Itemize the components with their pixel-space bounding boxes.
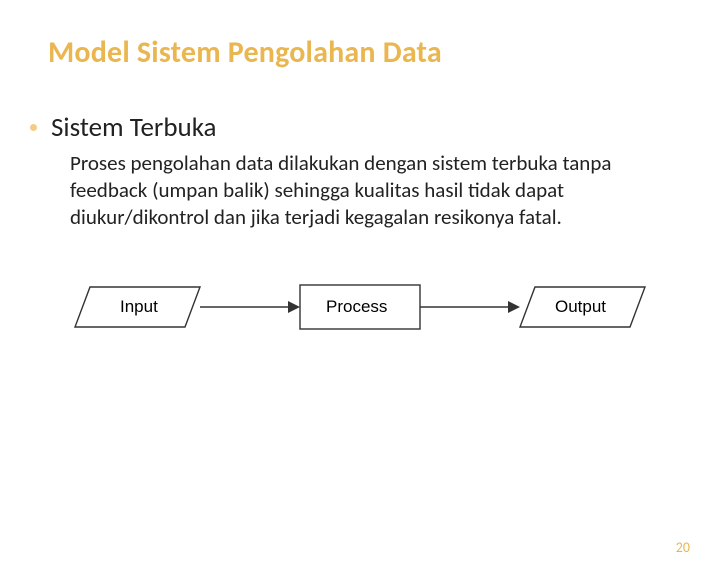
slide-title: Model Sistem Pengolahan Data <box>48 34 720 71</box>
diagram-node-input: Input <box>75 287 200 327</box>
bullet-item: Sistem Terbuka <box>30 111 720 144</box>
flow-diagram: Input Process Output <box>70 267 720 352</box>
bullet-heading: Sistem Terbuka <box>51 111 216 144</box>
diagram-label-input: Input <box>120 297 158 316</box>
diagram-node-process: Process <box>300 285 420 329</box>
diagram-node-output: Output <box>520 287 645 327</box>
body-paragraph: Proses pengolahan data dilakukan dengan … <box>70 150 650 231</box>
bullet-dot-icon <box>30 124 37 131</box>
diagram-label-output: Output <box>555 297 606 316</box>
arrow-process-output <box>420 301 520 313</box>
diagram-label-process: Process <box>326 297 387 316</box>
page-number: 20 <box>676 539 690 556</box>
arrow-input-process <box>200 301 300 313</box>
